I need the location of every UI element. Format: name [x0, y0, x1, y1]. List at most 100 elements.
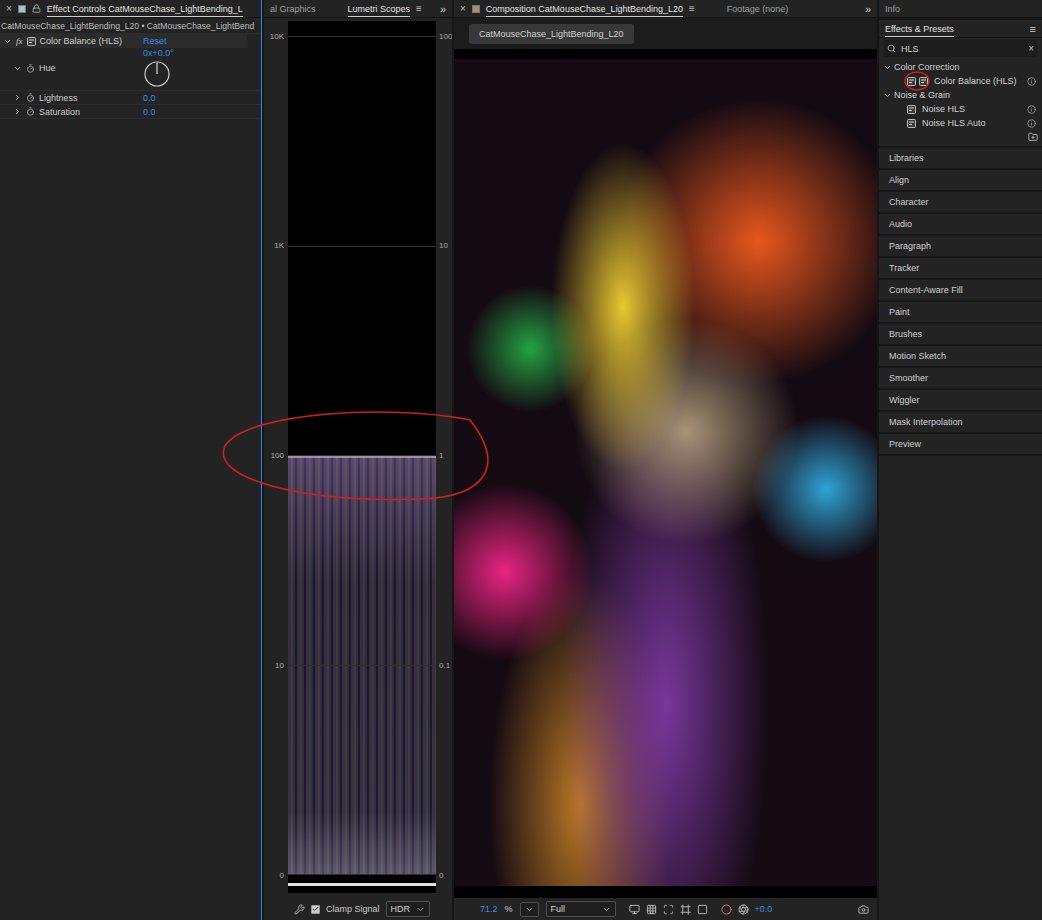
property-row: Saturation0.0 [0, 105, 261, 119]
collapsed-panel[interactable]: Tracker [879, 258, 1042, 278]
reset-button[interactable]: Reset [143, 36, 247, 46]
info-icon[interactable] [1027, 119, 1036, 128]
collapsed-panel[interactable]: Character [879, 192, 1042, 212]
clear-search-button[interactable]: × [1028, 44, 1034, 54]
category-row[interactable]: Color Correction [879, 60, 1042, 74]
property-value[interactable]: 0.0 [143, 93, 261, 103]
search-field[interactable]: HLS× [883, 40, 1038, 57]
stopwatch-icon[interactable] [26, 107, 35, 116]
property-value-stack: 0x+0.0° [143, 48, 261, 88]
info-icon[interactable] [1027, 77, 1036, 86]
effect-preset-icon [907, 119, 916, 128]
property-value[interactable]: 0.0 [143, 107, 261, 117]
composition-color-icon [472, 5, 480, 13]
panel-header[interactable]: Info [879, 0, 1042, 18]
effect-item-row[interactable]: Noise HLS [879, 102, 1042, 116]
waveform-plot [288, 21, 436, 893]
collapsed-panel[interactable]: Smoother [879, 368, 1042, 388]
collapsed-panel[interactable]: Paint [879, 302, 1042, 322]
stopwatch-icon[interactable] [26, 64, 35, 73]
property-row: Hue 0x+0.0° [0, 48, 261, 91]
dropdown-arrow-icon [602, 905, 611, 914]
panel-tab[interactable]: Footage (none) [727, 1, 789, 17]
search-icon [887, 44, 896, 53]
collapsed-panel[interactable]: Align [879, 170, 1042, 190]
panel-overflow-button[interactable]: » [865, 3, 871, 15]
close-button[interactable]: × [460, 4, 466, 14]
panel-tab[interactable]: Composition CatMouseChase_LightBending_L… [486, 1, 683, 17]
effect-name: Color Balance (HLS) [40, 36, 123, 46]
lock-icon[interactable] [32, 4, 41, 13]
zoom-dropdown[interactable] [520, 902, 539, 917]
panel-tab[interactable]: al Graphics [270, 1, 316, 17]
channel-icon[interactable] [721, 904, 732, 915]
hue-dial[interactable] [143, 60, 171, 88]
property-row: Lightness 0.0 [0, 91, 261, 105]
collapsed-panel[interactable]: Content-Aware Fill [879, 280, 1042, 300]
collapsed-panel[interactable]: Libraries [879, 148, 1042, 168]
clamp-signal-label: Clamp Signal [326, 904, 380, 914]
panel-menu-button[interactable]: ≡ [689, 3, 695, 14]
right-dock: Info Effects & Presets ≡ HLS× Color Correcti… [879, 0, 1042, 920]
panel-title[interactable]: Effects & Presets [885, 21, 954, 37]
fx-toggle[interactable]: fx [16, 36, 23, 46]
expand-chevron-icon[interactable] [883, 63, 892, 72]
dropdown-arrow-icon [416, 905, 425, 914]
collapsed-panel[interactable]: Preview [879, 434, 1042, 454]
transparency-grid-icon[interactable] [680, 904, 691, 915]
effect-item-row[interactable]: Color Balance (HLS) [879, 74, 1042, 88]
grid-line [288, 36, 436, 37]
property-name: Lightness [39, 93, 78, 103]
grid-icon[interactable] [646, 904, 657, 915]
settings-wrench-icon[interactable] [294, 904, 305, 915]
expand-chevron-icon[interactable] [883, 91, 892, 100]
collapsed-panel[interactable]: Paragraph [879, 236, 1042, 256]
region-icon[interactable] [663, 904, 674, 915]
collapsed-panel[interactable]: Wiggler [879, 390, 1042, 410]
panel-overflow-button[interactable]: » [440, 3, 446, 15]
stopwatch-icon[interactable] [26, 93, 35, 102]
expand-chevron-icon[interactable] [13, 107, 22, 116]
panel-header: Effects & Presets ≡ [879, 20, 1042, 38]
color-tools: +0.0 [721, 904, 773, 915]
collapsed-panel[interactable]: Motion Sketch [879, 346, 1042, 366]
layer-breadcrumb: CatMouseChase_LightBending_L20 • CatMous… [0, 18, 261, 34]
panel-tab[interactable]: Lumetri Scopes [348, 1, 411, 17]
empty-dock-area [879, 456, 1042, 920]
collapsed-panel[interactable]: Mask Interpolation [879, 412, 1042, 432]
info-panel: Info [879, 0, 1042, 18]
panel-title: Info [885, 1, 900, 17]
expand-chevron-icon[interactable] [13, 64, 22, 73]
zoom-value[interactable]: 71.2 [480, 904, 498, 914]
collapsed-panel[interactable]: Audio [879, 214, 1042, 234]
panel-menu-button[interactable]: ≡ [1030, 23, 1036, 35]
panel-menu-button[interactable]: ≡ [416, 3, 422, 14]
mask-visibility-icon[interactable] [697, 904, 708, 915]
property-value[interactable]: 0x+0.0° [143, 48, 261, 58]
info-icon[interactable] [1027, 105, 1036, 114]
property-name: Hue [39, 63, 56, 73]
resolution-dropdown[interactable]: Full [546, 901, 616, 917]
grid-line [288, 246, 436, 247]
category-row[interactable]: Noise & Grain [879, 88, 1042, 102]
effect-preset-icon [907, 105, 916, 114]
panel-tab[interactable]: Effect Controls CatMouseChase_LightBendi… [47, 1, 243, 17]
panel-header: × Composition CatMouseChase_LightBending_… [454, 0, 877, 18]
close-button[interactable]: × [6, 4, 12, 14]
scope-mode-dropdown[interactable]: HDR [386, 901, 431, 917]
exposure-value[interactable]: +0.0 [755, 904, 773, 914]
right-axis: 1001010.10 [436, 21, 452, 893]
effect-item-row[interactable]: Noise HLS Auto [879, 116, 1042, 130]
viewer-tab[interactable]: CatMouseChase_LightBending_L20 [469, 24, 634, 44]
expand-chevron-icon[interactable] [3, 37, 12, 46]
new-bin-icon[interactable] [1028, 132, 1038, 142]
exposure-reset-icon[interactable] [738, 904, 749, 915]
clamp-signal-checkbox[interactable] [311, 905, 320, 914]
collapsed-panel[interactable]: Brushes [879, 324, 1042, 344]
fast-preview-icon[interactable] [629, 904, 640, 915]
snapshot-button[interactable] [858, 904, 869, 915]
expand-chevron-icon[interactable] [13, 93, 22, 102]
effect-row[interactable]: fx Color Balance (HLS) Reset [0, 34, 247, 48]
camera-icon [858, 904, 869, 915]
composition-viewer[interactable] [454, 49, 877, 898]
